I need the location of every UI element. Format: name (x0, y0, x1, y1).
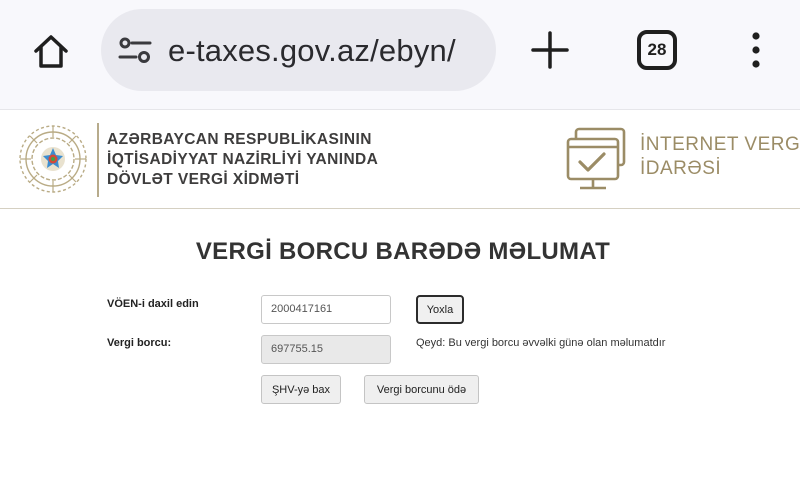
more-vert-icon[interactable] (744, 30, 768, 70)
org-name-line-2: İQTİSADİYYAT NAZİRLİYİ YANINDA (107, 151, 379, 168)
url-text[interactable]: e-taxes.gov.az/ebyn/ (168, 31, 484, 71)
voen-input[interactable]: 2000417161 (261, 295, 391, 324)
debt-amount-field: 697755.15 (261, 335, 391, 364)
page-title: VERGİ BORCU BARƏDƏ MƏLUMAT (195, 238, 611, 265)
new-tab-button[interactable] (527, 27, 573, 73)
tab-switcher-button[interactable]: 28 (637, 30, 677, 70)
tab-count: 28 (647, 40, 667, 59)
home-button[interactable] (26, 26, 76, 76)
check-button[interactable]: Yoxla (416, 295, 464, 324)
tune-icon[interactable] (118, 35, 152, 65)
state-emblem-icon[interactable] (17, 123, 89, 195)
address-bar[interactable]: e-taxes.gov.az/ebyn/ (101, 9, 496, 91)
header-divider (97, 123, 99, 197)
org-name-line-1: AZƏRBAYCAN RESPUBLİKASININ (107, 131, 372, 148)
service-name-line-2: İDARƏSİ (640, 158, 722, 179)
organization-name[interactable]: AZƏRBAYCAN RESPUBLİKASININ İQTİSADİYYAT … (107, 130, 397, 190)
org-name-line-3: DÖVLƏT VERGİ XİDMƏTİ (107, 171, 300, 188)
home-icon (34, 35, 68, 68)
site-header: AZƏRBAYCAN RESPUBLİKASININ İQTİSADİYYAT … (0, 111, 800, 209)
monitor-check-icon[interactable] (564, 125, 628, 195)
debt-note: Qeyd: Bu vergi borcu əvvəlki günə olan m… (416, 337, 666, 349)
service-name[interactable]: İNTERNET VERGİ İDARƏSİ (640, 133, 800, 181)
view-shv-button[interactable]: ŞHV-yə bax (261, 375, 341, 404)
debt-label: Vergi borcu: (107, 337, 172, 349)
service-name-line-1: İNTERNET VERGİ (640, 134, 800, 155)
pay-debt-button[interactable]: Vergi borcunu ödə (364, 375, 479, 404)
voen-label: VÖEN-i daxil edin (107, 298, 199, 310)
browser-toolbar: e-taxes.gov.az/ebyn/ 28 (0, 0, 800, 110)
